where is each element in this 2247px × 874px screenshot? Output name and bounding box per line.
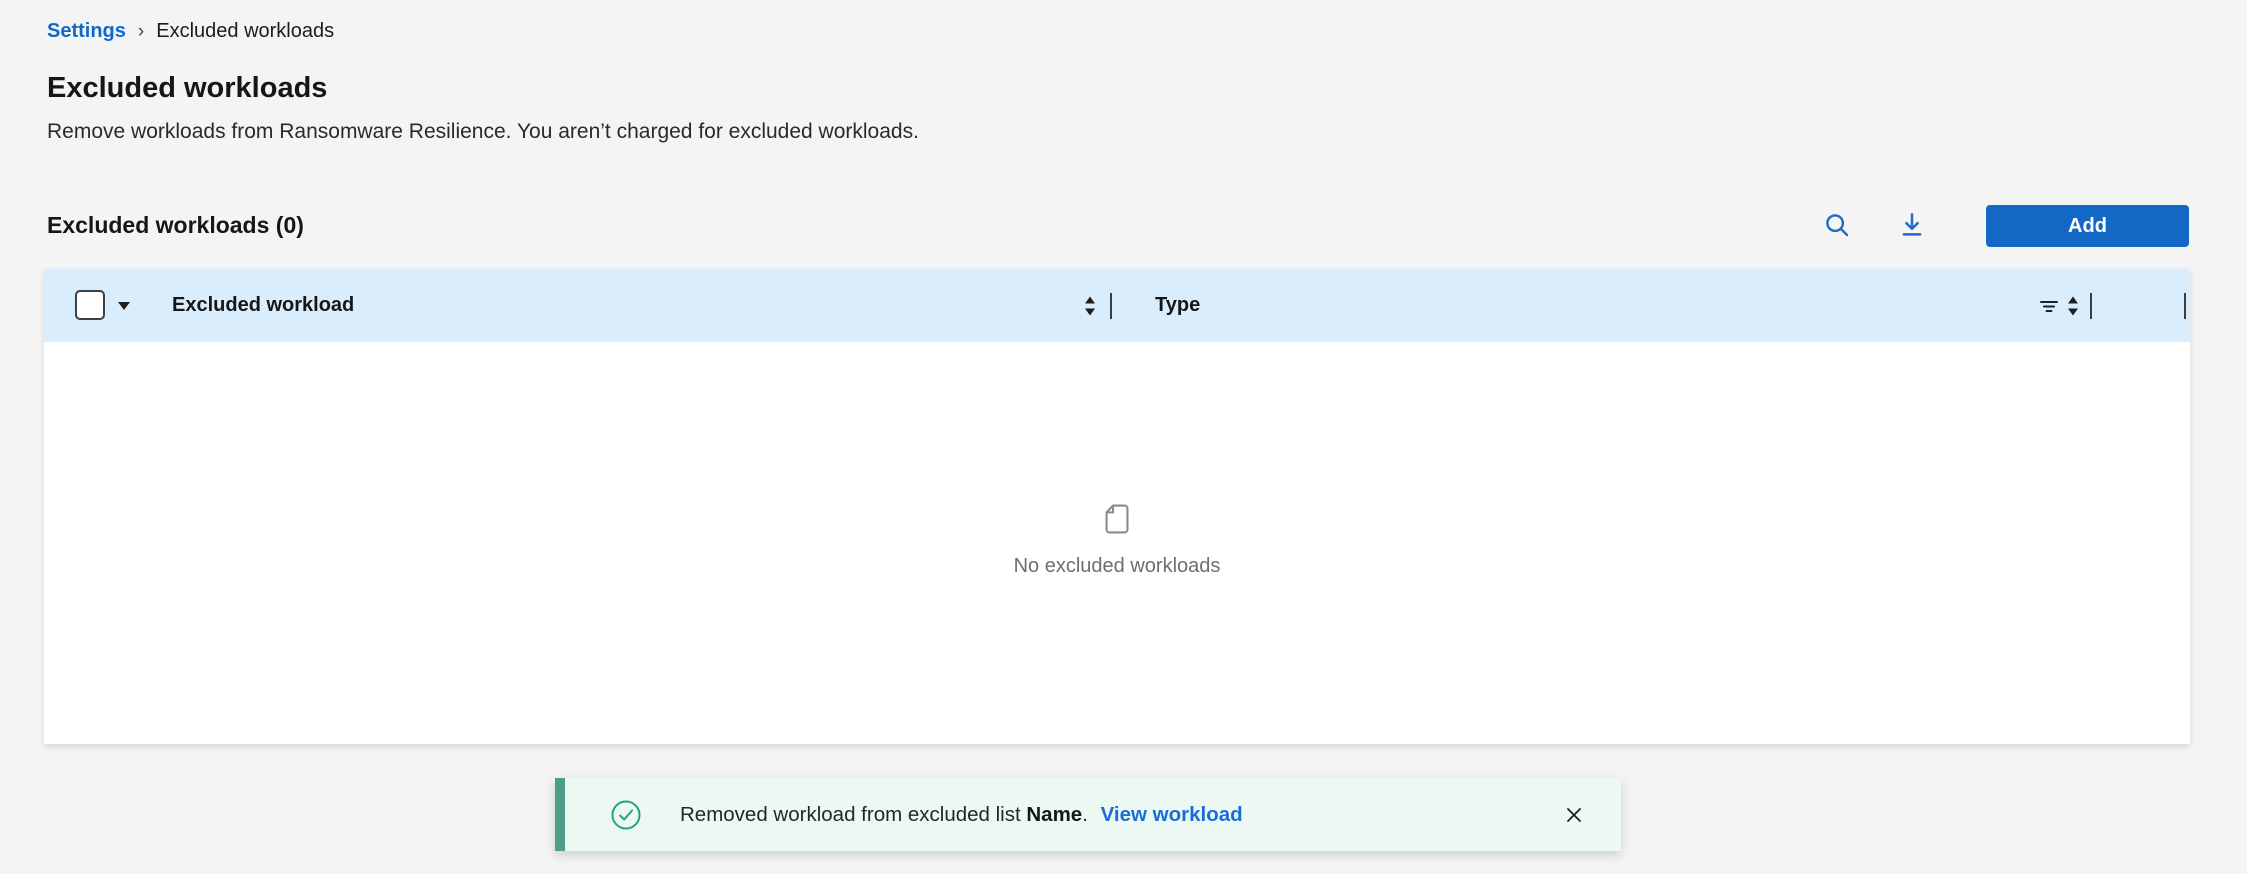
column-divider (2184, 293, 2186, 319)
table-body: No excluded workloads (44, 342, 2190, 744)
document-icon (1098, 525, 1136, 542)
search-icon[interactable] (1820, 208, 1854, 242)
empty-state: No excluded workloads (44, 500, 2190, 578)
toast-workload-name: Name (1026, 803, 1082, 826)
filter-icon[interactable] (2039, 296, 2059, 316)
check-circle-icon (610, 799, 642, 831)
chevron-down-icon[interactable] (118, 302, 130, 310)
column-header-excluded-workload[interactable]: Excluded workload (172, 269, 354, 342)
toast-status-bar (555, 778, 565, 851)
breadcrumb-current: Excluded workloads (156, 20, 334, 43)
close-icon[interactable] (1559, 800, 1589, 830)
toast-notification: Removed workload from excluded list Name… (555, 778, 1621, 851)
page-description: Remove workloads from Ransomware Resilie… (47, 120, 919, 144)
breadcrumb-settings-link[interactable]: Settings (47, 20, 126, 43)
sort-arrows-icon[interactable] (2066, 295, 2080, 317)
toast-message: Removed workload from excluded list Name… (680, 803, 1243, 827)
column-divider (1110, 293, 1112, 319)
chevron-right-icon: › (138, 21, 144, 43)
column-header-type[interactable]: Type (1155, 269, 1200, 342)
excluded-workloads-table: Excluded workload Type (44, 269, 2190, 744)
section-title: Excluded workloads (0) (47, 212, 304, 239)
toast-message-prefix: Removed workload from excluded list (680, 803, 1026, 826)
select-all-checkbox[interactable] (75, 290, 105, 320)
page-title: Excluded workloads (47, 72, 327, 105)
column-divider (2090, 293, 2092, 319)
excluded-workloads-page: Settings › Excluded workloads Excluded w… (0, 0, 2247, 874)
empty-state-message: No excluded workloads (44, 555, 2190, 578)
add-button[interactable]: Add (1986, 205, 2189, 247)
table-header-row: Excluded workload Type (44, 269, 2190, 342)
toast-message-suffix: . (1082, 803, 1088, 826)
breadcrumb: Settings › Excluded workloads (47, 20, 334, 43)
sort-arrows-icon[interactable] (1083, 295, 1097, 317)
view-workload-link[interactable]: View workload (1101, 803, 1243, 826)
download-icon[interactable] (1895, 208, 1929, 242)
